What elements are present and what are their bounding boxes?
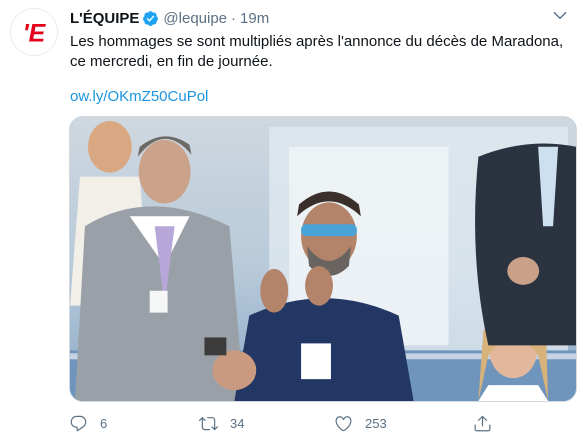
like-count: 253: [365, 415, 387, 431]
reply-count: 6: [100, 415, 108, 431]
retweet-button[interactable]: 34: [199, 410, 244, 436]
display-name[interactable]: L'ÉQUIPE: [70, 10, 139, 27]
tweet-actions: 6 34 253: [64, 410, 504, 436]
tweet-header: L'ÉQUIPE @lequipe · 19m: [70, 8, 544, 28]
reply-icon: [70, 415, 87, 431]
avatar-logo: 'E: [23, 20, 47, 48]
retweet-icon: [199, 416, 218, 430]
tweet-link[interactable]: ow.ly/OKmZ50CuPol: [70, 87, 208, 107]
more-options-icon[interactable]: [550, 6, 570, 26]
reply-button[interactable]: 6: [69, 410, 107, 436]
retweet-count: 34: [230, 415, 245, 431]
heart-icon: [335, 415, 352, 431]
tweet-card[interactable]: 'E L'ÉQUIPE @lequipe · 19m Les hommages …: [0, 0, 584, 441]
separator-dot: ·: [231, 9, 237, 27]
handle[interactable]: @lequipe: [163, 10, 227, 27]
tweet-photo[interactable]: [69, 116, 577, 402]
share-button[interactable]: [473, 410, 492, 436]
avatar[interactable]: 'E: [10, 8, 58, 56]
timestamp[interactable]: 19m: [240, 10, 269, 27]
verified-badge-icon: [142, 10, 159, 27]
like-button[interactable]: 253: [334, 410, 387, 436]
share-icon: [474, 415, 491, 431]
tweet-text: Les hommages se sont multipliés après l'…: [70, 33, 564, 70]
